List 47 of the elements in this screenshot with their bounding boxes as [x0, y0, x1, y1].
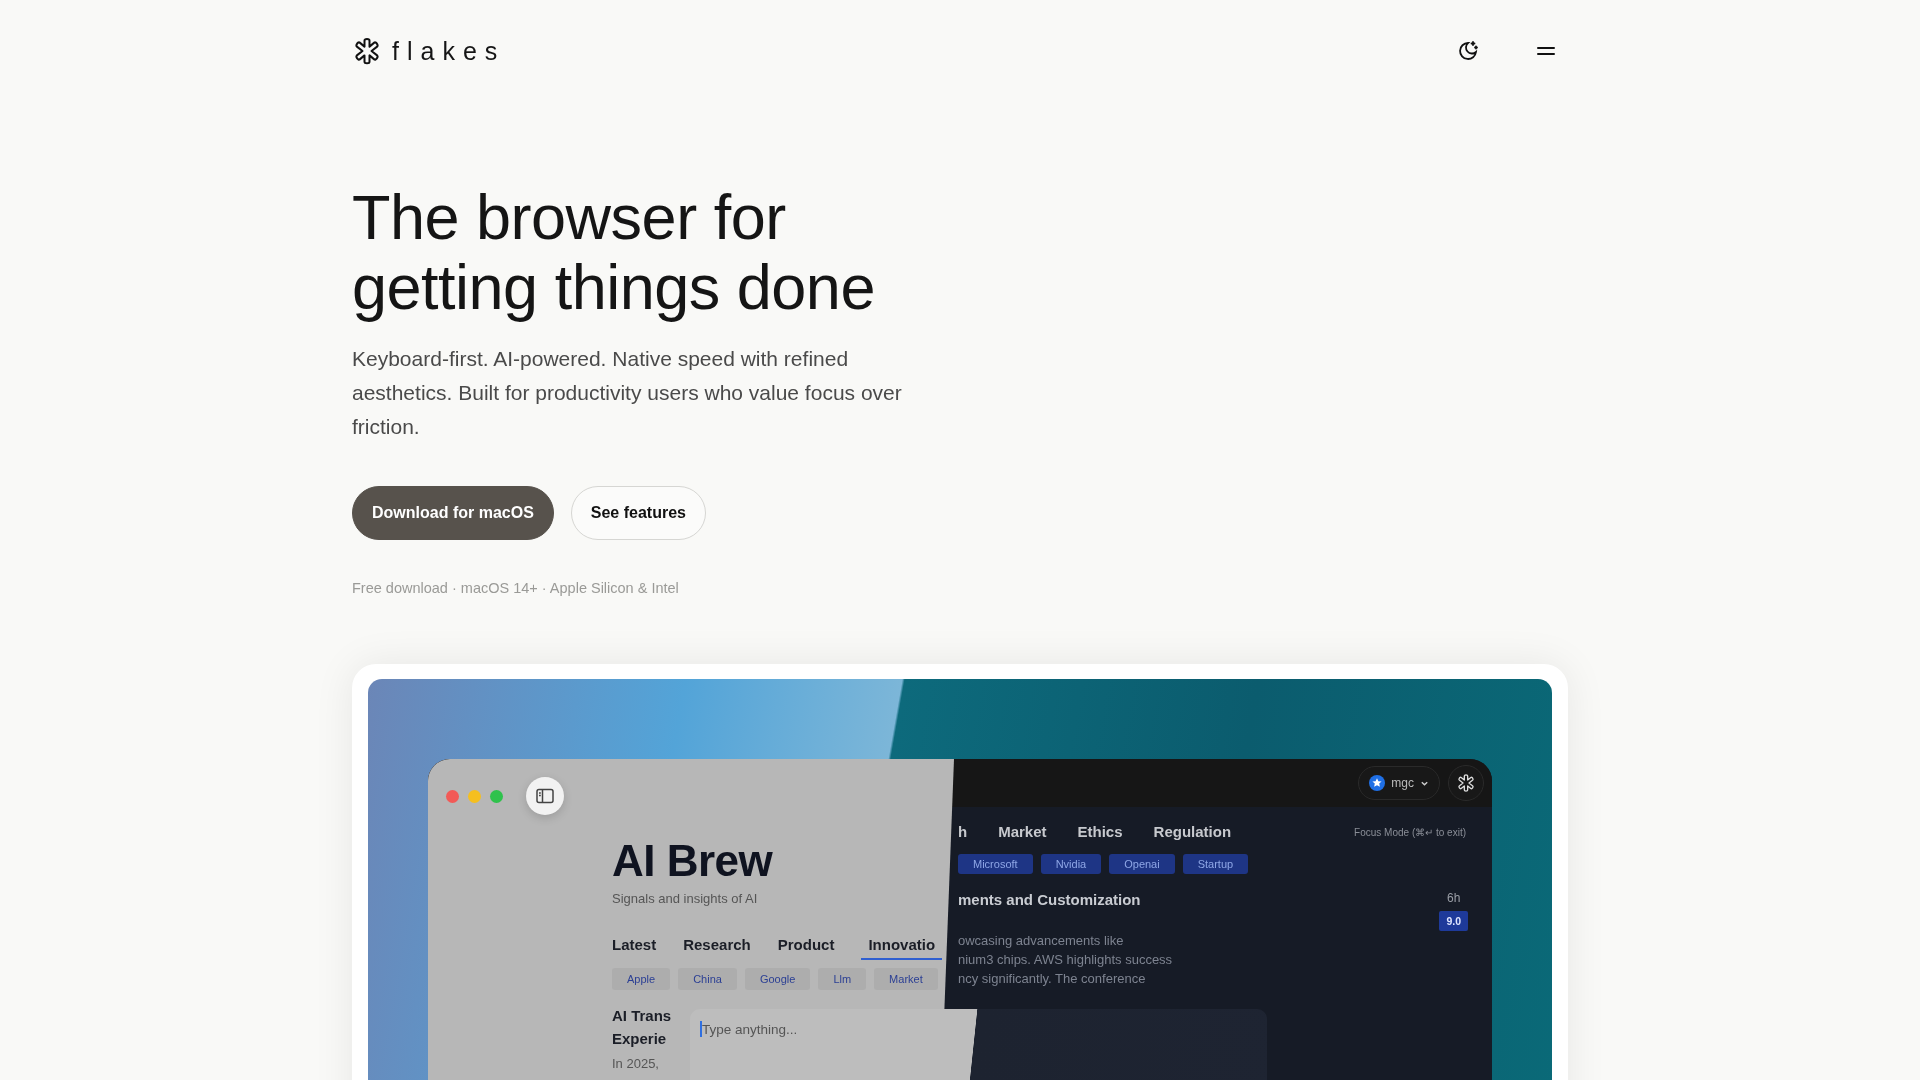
- tag-chip[interactable]: Startup: [1182, 854, 1249, 874]
- hero-description: Keyboard-first. AI-powered. Native speed with refined aesthetics. Built for productivity users who value focus over friction.: [352, 346, 903, 440]
- command-input[interactable]: Type anything...: [702, 1021, 942, 1037]
- brand-name: flakes: [392, 36, 506, 66]
- category-tab[interactable]: Product: [777, 936, 842, 960]
- article-title-line: AI Trans: [612, 1006, 672, 1026]
- article-title: ments and Customization: [958, 891, 1142, 908]
- category-tab[interactable]: Research: [683, 936, 758, 960]
- feed-title: AI Brew: [612, 837, 774, 885]
- tag-chip[interactable]: Llm: [818, 968, 867, 990]
- article-title-line: Experie: [612, 1029, 667, 1049]
- article-excerpt: In 2025,: [612, 1056, 660, 1071]
- category-tab[interactable]: Market: [998, 819, 1047, 844]
- focus-mode-hint: Focus Mode (⌘↵ to exit): [1354, 827, 1466, 838]
- tag-chip[interactable]: Microsoft: [958, 854, 1033, 874]
- article-excerpt-line: nium3 chips. AWS highlights success: [958, 951, 1173, 969]
- tag-chip[interactable]: Google: [744, 968, 811, 990]
- category-tab[interactable]: Latest: [612, 936, 664, 960]
- sidebar-icon: [536, 788, 554, 804]
- asterisk-icon: [1456, 773, 1476, 793]
- asterisk-logo-icon: [352, 36, 382, 66]
- sidebar-toggle-button[interactable]: [526, 777, 564, 815]
- category-tab[interactable]: h: [958, 819, 968, 844]
- tag-chip[interactable]: China: [678, 968, 737, 990]
- moon-icon: [1456, 39, 1480, 63]
- text-cursor: [700, 1021, 702, 1037]
- article-excerpt-line: owcasing advancements like: [958, 932, 1125, 950]
- app-menu-button[interactable]: [1448, 765, 1484, 801]
- article-excerpt-line: ncy significantly. The conference: [958, 970, 1147, 988]
- tag-chip[interactable]: Market: [874, 968, 938, 990]
- tag-chip[interactable]: Apple: [612, 968, 671, 990]
- maximize-dot[interactable]: [490, 789, 503, 803]
- download-button[interactable]: Download for macOS: [352, 486, 554, 540]
- hero-headline: The browser for getting things done: [352, 182, 876, 322]
- account-switcher[interactable]: mgc: [1358, 766, 1440, 800]
- features-button[interactable]: See features: [570, 486, 706, 540]
- category-tab[interactable]: Ethics: [1077, 819, 1123, 844]
- feed-subtitle: Signals and insights of AI: [612, 891, 759, 906]
- tag-chip[interactable]: Openai: [1109, 854, 1175, 874]
- category-tab[interactable]: Innovatio: [861, 936, 943, 960]
- download-note: Free download · macOS 14+ · Apple Silicon & Intel: [352, 580, 680, 596]
- score-badge: 9.0: [1439, 911, 1468, 931]
- minimize-dot[interactable]: [468, 789, 481, 803]
- tag-chip[interactable]: Nvidia: [1040, 854, 1102, 874]
- category-tab[interactable]: Regulation: [1153, 819, 1232, 844]
- close-dot[interactable]: [446, 789, 459, 803]
- article-age: 6h: [1447, 891, 1461, 905]
